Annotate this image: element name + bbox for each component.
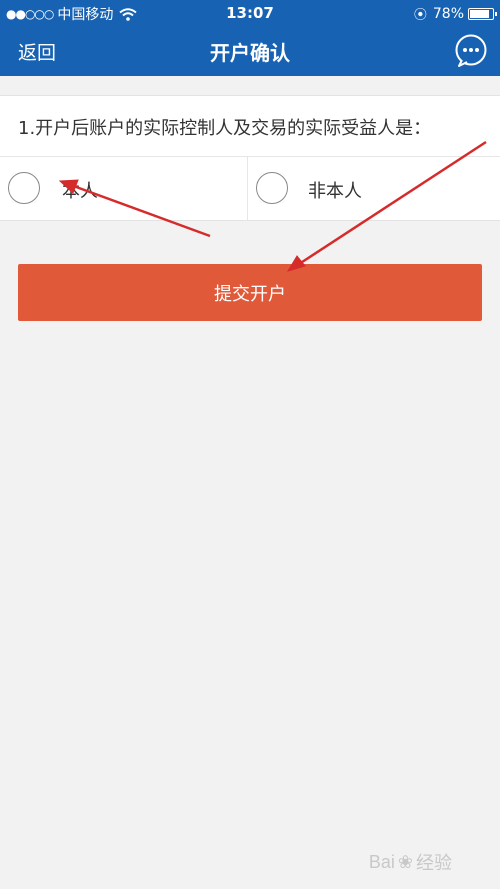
option-not-self[interactable]: 非本人 bbox=[247, 157, 500, 221]
battery-percent: 78% bbox=[432, 5, 464, 22]
battery-icon bbox=[468, 7, 497, 20]
battery-fill bbox=[470, 9, 489, 18]
baidu-watermark: Bai ❀ 经验 bbox=[369, 849, 452, 875]
paw-icon: ❀ bbox=[397, 851, 413, 872]
question-text: 1.开户后账户的实际控制人及交易的实际受益人是： bbox=[18, 118, 432, 139]
chat-bubble-icon[interactable] bbox=[454, 34, 488, 68]
radio-self[interactable] bbox=[8, 172, 40, 204]
watermark-text-left: Bai bbox=[368, 851, 395, 872]
page-title: 开户确认 bbox=[210, 41, 290, 65]
rotation-lock-icon: ⦿ bbox=[413, 8, 427, 23]
radio-not-self[interactable] bbox=[256, 172, 288, 204]
option-group: 本人 非本人 bbox=[0, 156, 500, 221]
status-bar: ●●○○○ 中国移动 13:07 ⦿ 78% bbox=[0, 0, 500, 26]
nav-bar: 返回 开户确认 bbox=[0, 26, 500, 76]
submit-account-button[interactable]: 提交开户 bbox=[18, 264, 482, 321]
question-card: 1.开户后账户的实际控制人及交易的实际受益人是： 本人 非本人 bbox=[0, 95, 500, 221]
option-not-self-label: 非本人 bbox=[308, 181, 362, 202]
status-right: ⦿ 78% bbox=[413, 4, 497, 23]
option-self[interactable]: 本人 bbox=[0, 157, 247, 221]
option-self-label: 本人 bbox=[62, 181, 98, 202]
watermark-text-right: 经验 bbox=[416, 853, 452, 873]
